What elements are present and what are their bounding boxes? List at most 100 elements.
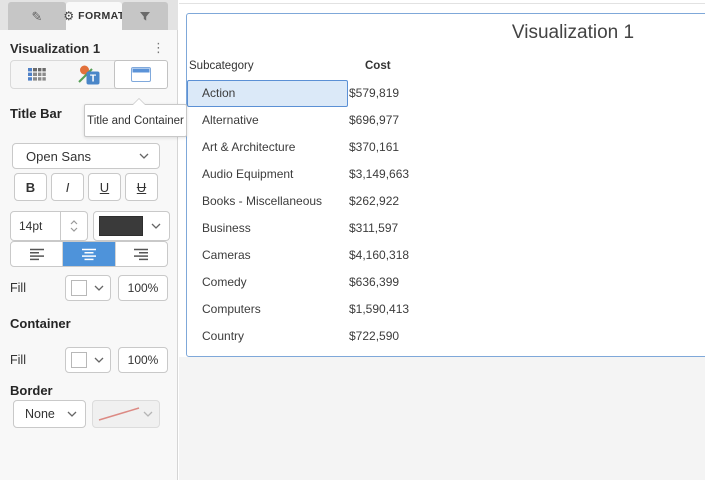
table-row[interactable]: Action$579,819 <box>187 80 705 107</box>
cost-cell[interactable]: $636,399 <box>348 269 399 296</box>
visualization-title: Visualization 1 <box>187 22 705 50</box>
subcategory-cell[interactable]: Alternative <box>187 107 348 134</box>
font-color-select[interactable] <box>93 211 170 241</box>
italic-button[interactable]: I <box>51 173 84 201</box>
bold-button[interactable]: B <box>14 173 47 201</box>
cost-cell[interactable]: $311,597 <box>348 215 398 242</box>
funnel-icon <box>139 11 151 22</box>
panel-title: Visualization 1 <box>10 41 100 56</box>
more-options-button[interactable]: ⋮ <box>148 40 169 56</box>
cost-cell[interactable]: $370,161 <box>348 134 399 161</box>
subcategory-cell[interactable]: Audio Equipment <box>187 161 348 188</box>
table-row[interactable]: Cameras$4,160,318 <box>187 242 705 269</box>
align-right-icon <box>133 248 149 261</box>
panel-header: Visualization 1 ⋮ <box>10 38 169 58</box>
canvas-divider <box>179 3 705 4</box>
column-header-cost[interactable]: Cost <box>348 60 391 80</box>
font-color-swatch <box>99 216 143 236</box>
subcategory-cell[interactable]: Comedy <box>187 269 348 296</box>
table-row[interactable]: Audio Equipment$3,149,663 <box>187 161 705 188</box>
panel-tabstrip: ✎ ⚙ FORMAT <box>0 0 178 30</box>
no-color-icon <box>97 405 141 423</box>
fill-color-swatch <box>71 280 87 296</box>
text-style-buttons: B I U U <box>14 173 164 201</box>
cost-cell[interactable]: $4,160,318 <box>348 242 409 269</box>
document-canvas: Visualization 1 Subcategory Cost Action$… <box>179 0 705 480</box>
tooltip: Title and Container <box>84 104 187 137</box>
gear-icon: ⚙ <box>63 10 74 22</box>
cost-cell[interactable]: $1,590,413 <box>348 296 409 323</box>
subcategory-cell[interactable]: Computers <box>187 296 348 323</box>
subcategory-cell[interactable]: Cameras <box>187 242 348 269</box>
container-fill-color-select[interactable] <box>65 347 111 373</box>
chevron-down-icon <box>143 411 153 417</box>
chevron-up-icon <box>70 220 78 225</box>
font-size-value: 14pt <box>10 211 61 241</box>
table-row[interactable]: Books - Miscellaneous$262,922 <box>187 188 705 215</box>
tab-format[interactable]: ⚙ FORMAT <box>66 2 122 30</box>
tab-edit[interactable]: ✎ <box>8 2 66 30</box>
align-left-icon <box>29 248 45 261</box>
cost-cell[interactable]: $262,922 <box>348 188 399 215</box>
font-family-value: Open Sans <box>26 149 91 164</box>
subcategory-cell[interactable]: Books - Miscellaneous <box>187 188 348 215</box>
chevron-down-icon <box>151 223 161 229</box>
title-fill-row: Fill 100% <box>10 275 168 301</box>
font-size-input[interactable]: 14pt <box>10 211 88 241</box>
align-center-icon <box>81 248 97 261</box>
table-row[interactable]: Computers$1,590,413 <box>187 296 705 323</box>
table-body: Action$579,819Alternative$696,977Art & A… <box>187 80 705 350</box>
chevron-down-icon <box>94 285 104 291</box>
text-format-button[interactable]: T <box>63 61 115 88</box>
grid-icon <box>28 68 46 81</box>
border-color-select-disabled[interactable] <box>92 400 160 428</box>
table-row[interactable]: Art & Architecture$370,161 <box>187 134 705 161</box>
strikethrough-button[interactable]: U <box>125 173 158 201</box>
chevron-down-icon <box>139 153 149 159</box>
tab-filter[interactable] <box>122 2 168 30</box>
font-size-stepper[interactable] <box>61 211 88 241</box>
container-heading: Container <box>10 316 71 331</box>
text-and-form-icon: T <box>78 65 100 85</box>
cost-cell[interactable]: $722,590 <box>348 323 399 350</box>
table-row[interactable]: Country$722,590 <box>187 323 705 350</box>
border-row: None <box>13 400 160 428</box>
align-left-button[interactable] <box>11 242 63 266</box>
title-container-button[interactable] <box>114 60 168 89</box>
font-size-row: 14pt <box>10 211 168 241</box>
border-style-select[interactable]: None <box>13 400 86 428</box>
table-row[interactable]: Alternative$696,977 <box>187 107 705 134</box>
column-header-subcategory[interactable]: Subcategory <box>187 60 348 80</box>
title-bar-heading: Title Bar <box>10 106 62 121</box>
format-tab-label: FORMAT <box>78 10 125 22</box>
container-fill-opacity-input[interactable]: 100% <box>118 347 168 373</box>
fill-label: Fill <box>10 281 65 295</box>
container-fill-row: Fill 100% <box>10 347 168 373</box>
format-target-switcher: T <box>10 60 168 89</box>
chevron-down-icon <box>70 227 78 232</box>
chevron-down-icon <box>67 411 77 417</box>
fill-color-swatch <box>71 352 87 368</box>
canvas-background <box>179 357 705 480</box>
subcategory-cell[interactable]: Business <box>187 215 348 242</box>
pencil-icon: ✎ <box>32 10 43 23</box>
subcategory-cell[interactable]: Country <box>187 323 348 350</box>
cost-cell[interactable]: $579,819 <box>348 80 399 107</box>
svg-text:T: T <box>90 73 96 84</box>
underline-button[interactable]: U <box>88 173 121 201</box>
align-right-button[interactable] <box>116 242 167 266</box>
format-panel: ✎ ⚙ FORMAT Visualization 1 ⋮ <box>0 0 178 480</box>
font-family-select[interactable]: Open Sans <box>12 143 160 169</box>
title-fill-color-select[interactable] <box>65 275 111 301</box>
align-center-button[interactable] <box>63 242 115 266</box>
table-row[interactable]: Business$311,597 <box>187 215 705 242</box>
grid-format-button[interactable] <box>11 61 63 88</box>
subcategory-cell[interactable]: Action <box>187 80 348 107</box>
title-fill-opacity-input[interactable]: 100% <box>118 275 168 301</box>
app-root: ✎ ⚙ FORMAT Visualization 1 ⋮ <box>0 0 705 480</box>
subcategory-cell[interactable]: Art & Architecture <box>187 134 348 161</box>
visualization-container[interactable]: Visualization 1 Subcategory Cost Action$… <box>186 13 705 357</box>
cost-cell[interactable]: $696,977 <box>348 107 399 134</box>
table-row[interactable]: Comedy$636,399 <box>187 269 705 296</box>
cost-cell[interactable]: $3,149,663 <box>348 161 409 188</box>
